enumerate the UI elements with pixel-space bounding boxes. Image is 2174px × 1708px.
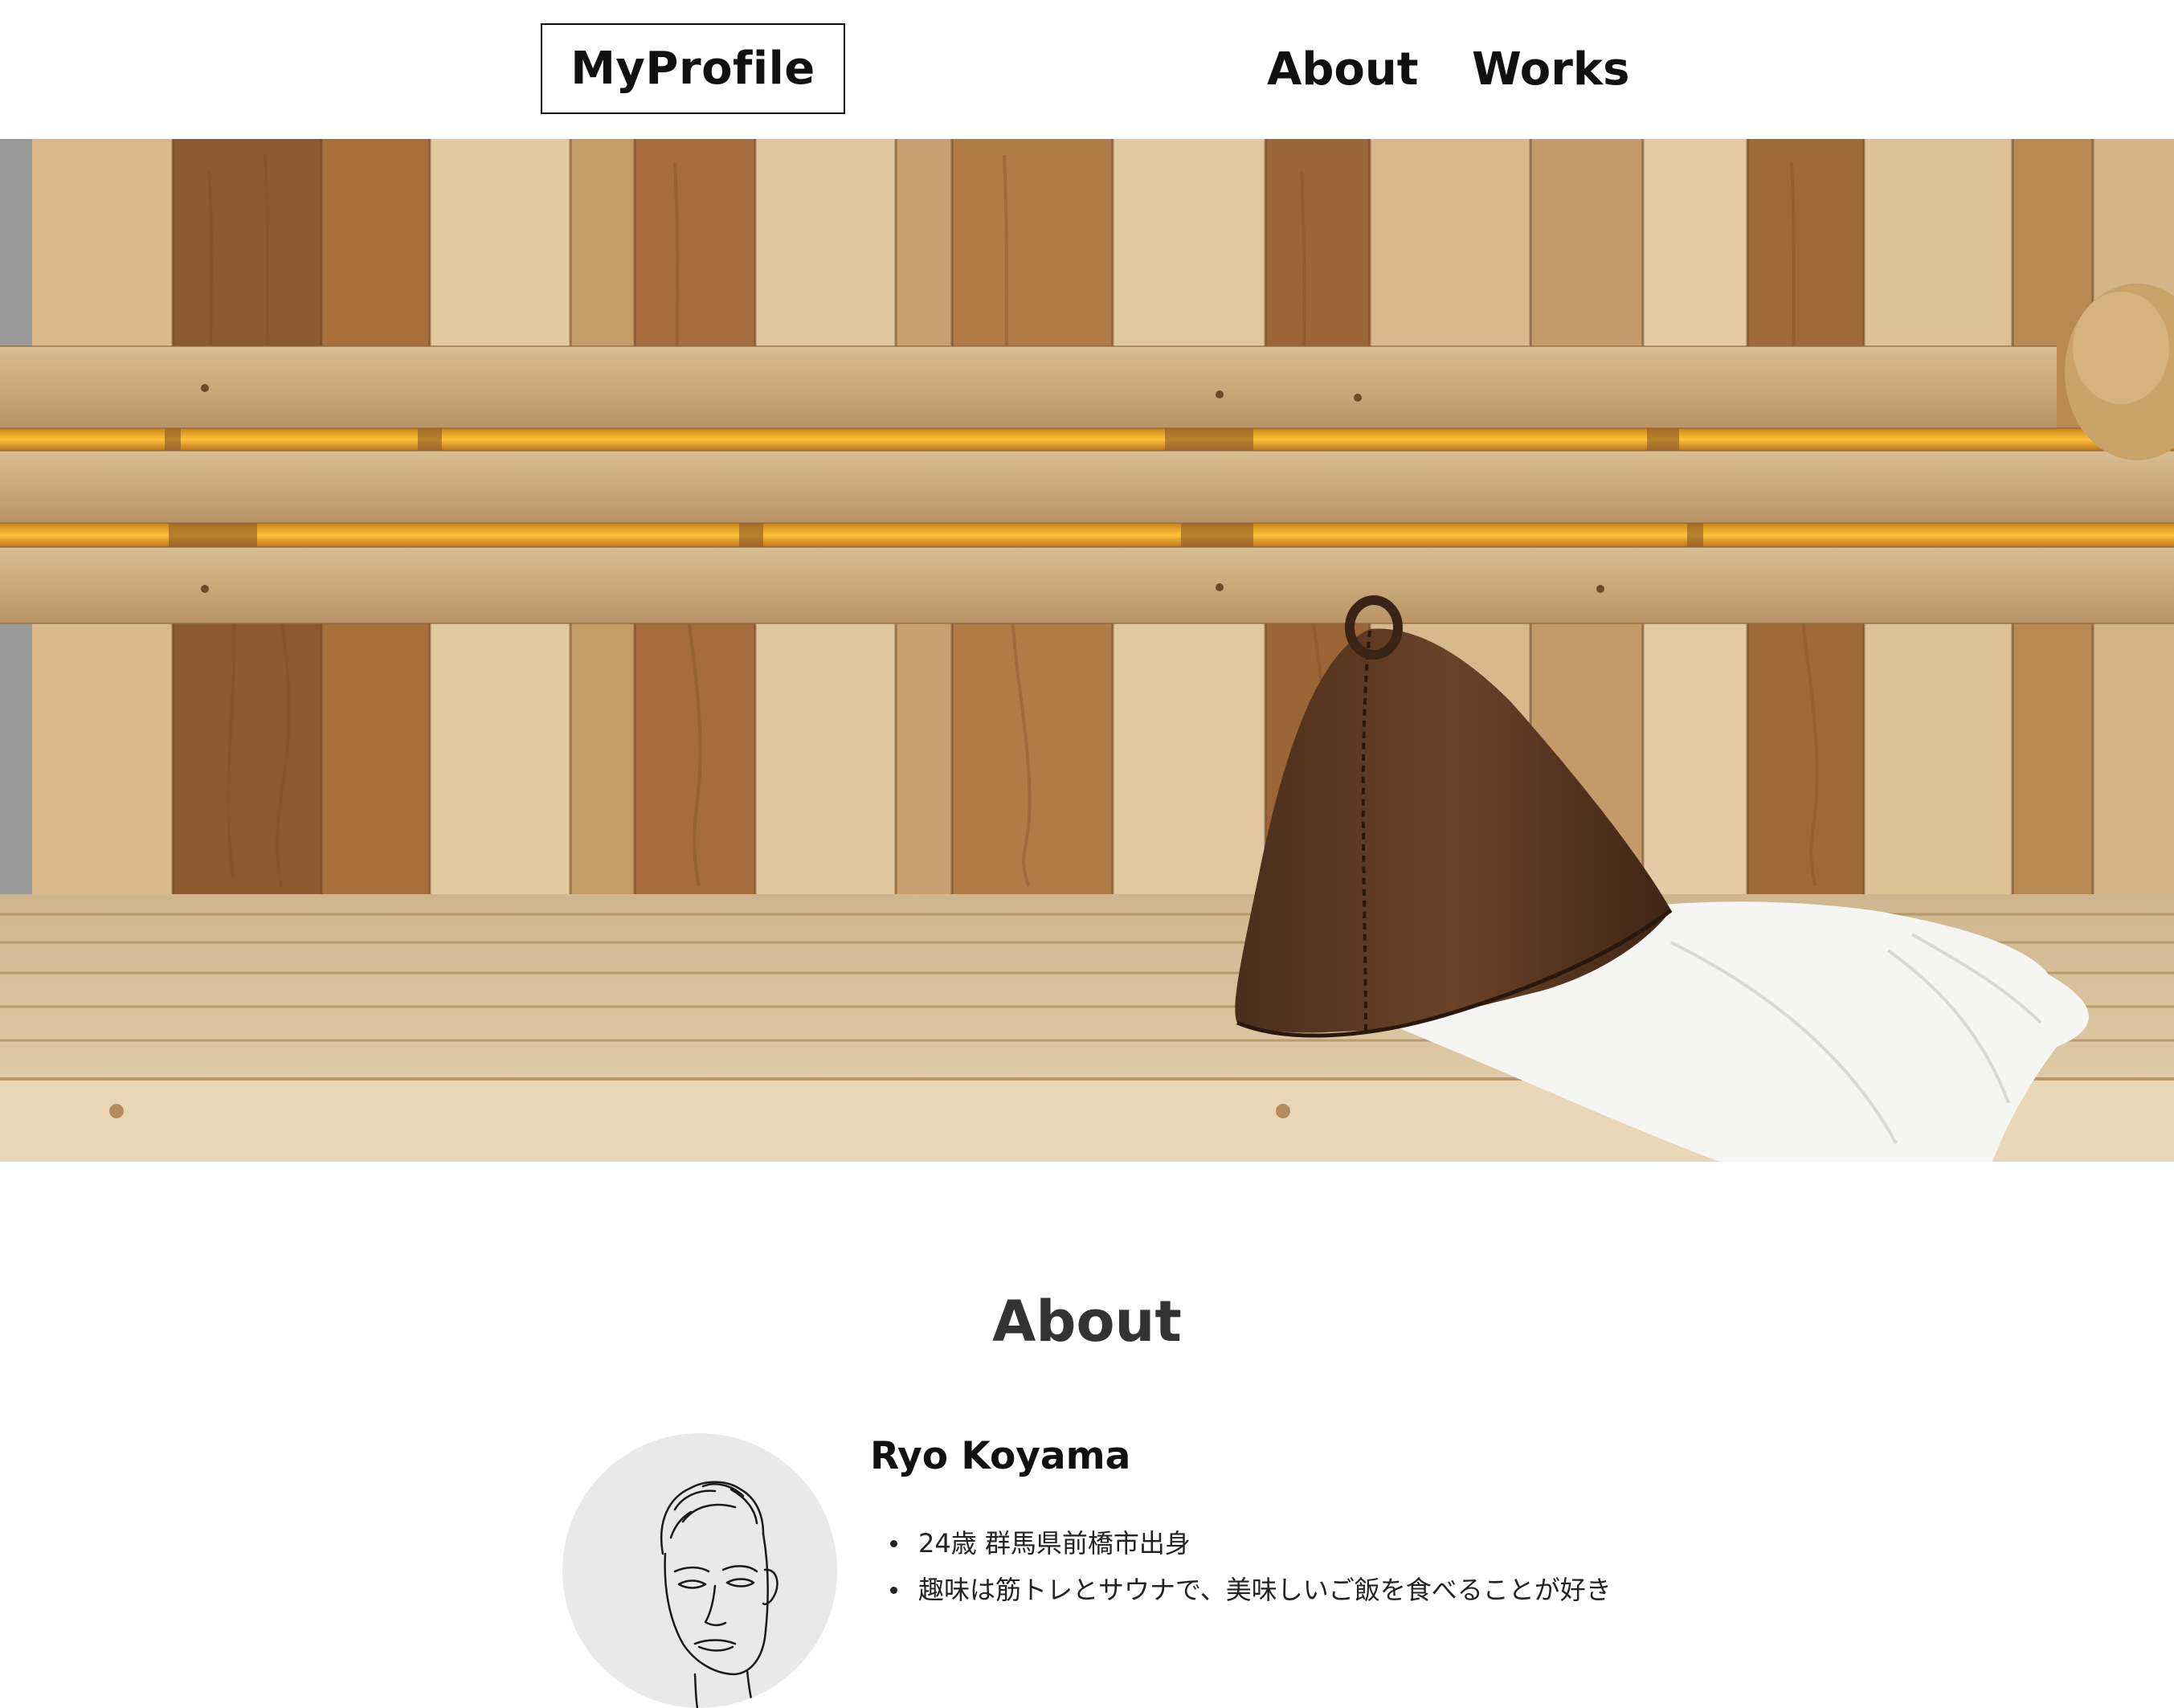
bullet-dot	[890, 1540, 897, 1547]
nav-link-about[interactable]: About	[1267, 35, 1419, 103]
about-heading: About	[992, 1289, 1182, 1355]
portrait-illustration	[660, 1481, 778, 1708]
profile-details-list: 24歳 群馬県前橋市出身 趣味は筋トレとサウナで、美味しいご飯を食べることが好き	[870, 1520, 1612, 1613]
site-header: MyProfile About Works	[0, 0, 2174, 139]
nav-link-works[interactable]: Works	[1472, 35, 1629, 103]
profile-avatar	[562, 1433, 837, 1708]
list-item-text: 24歳 群馬県前橋市出身	[918, 1528, 1191, 1559]
list-item: 24歳 群馬県前橋市出身	[870, 1520, 1612, 1567]
bullet-dot	[890, 1587, 897, 1594]
hero-image	[0, 139, 2174, 1162]
list-item-text: 趣味は筋トレとサウナで、美味しいご飯を食べることが好き	[918, 1575, 1612, 1605]
profile-name: Ryo Koyama	[870, 1434, 1131, 1478]
list-item: 趣味は筋トレとサウナで、美味しいご飯を食べることが好き	[870, 1567, 1612, 1613]
site-logo-link[interactable]: MyProfile	[541, 23, 845, 114]
